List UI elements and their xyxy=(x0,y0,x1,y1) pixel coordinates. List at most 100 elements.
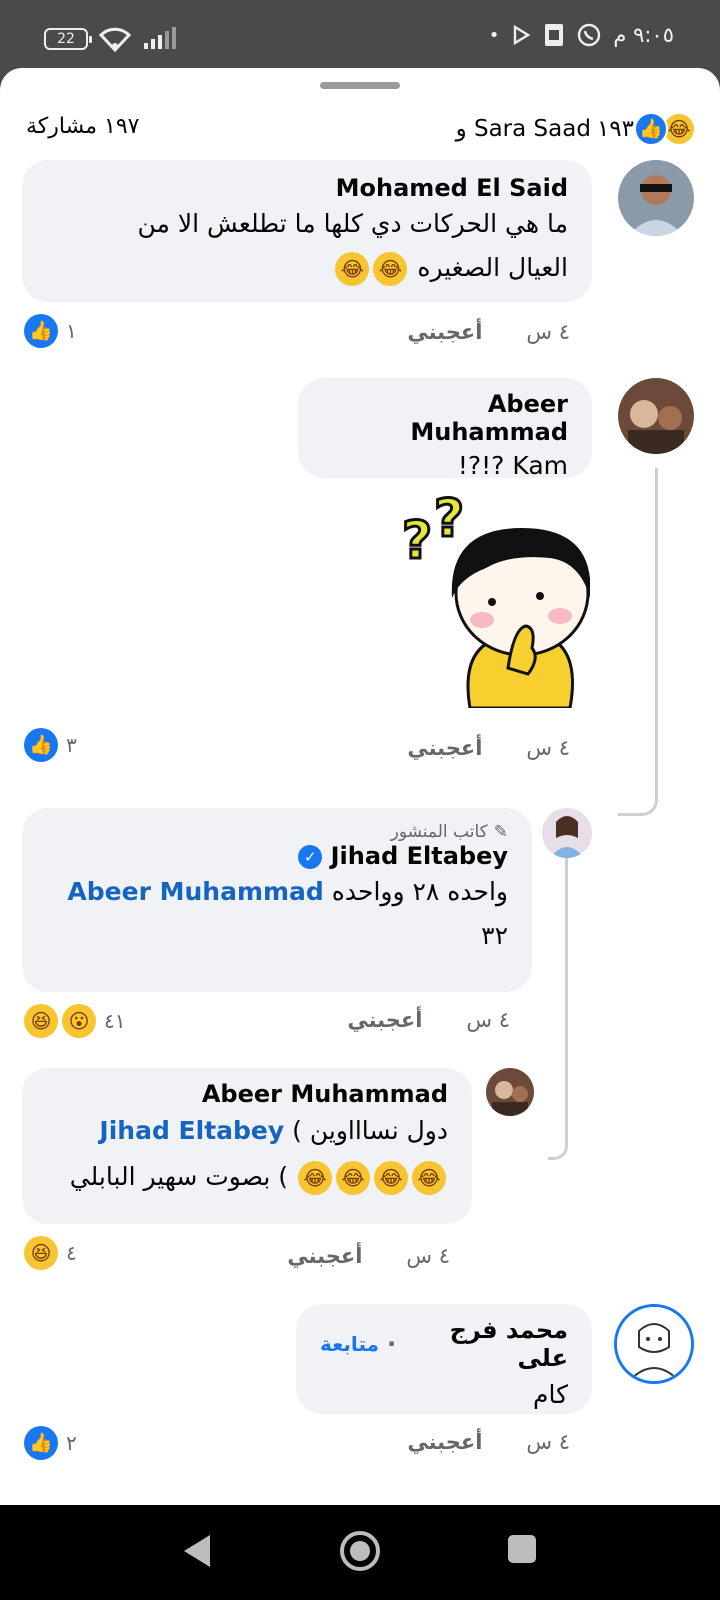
comment-author[interactable]: Abeer Muhammad xyxy=(46,1080,448,1108)
thread-line xyxy=(548,858,568,1160)
like-button[interactable]: أعجبني xyxy=(407,320,482,344)
reaction-count[interactable]: 😆 😮 ٤١ xyxy=(24,1004,125,1038)
laugh-emoji-icon: 😂 xyxy=(412,1161,446,1195)
avatar[interactable] xyxy=(614,1304,694,1384)
wow-icon: 😮 xyxy=(62,1004,96,1038)
follow-button[interactable]: متابعة xyxy=(320,1332,379,1356)
laugh-emoji-icon: 😂 xyxy=(373,252,408,286)
comment-text-line: واحده ٢٨ وواحده xyxy=(331,877,508,906)
sticker[interactable]: ? ? xyxy=(390,488,591,710)
reactions-header: 😂 👍 ١٩٣ Sara Saad و ١٩٧ مشاركة xyxy=(0,108,720,158)
like-icon: 👍 xyxy=(24,728,58,762)
verified-icon: ✓ xyxy=(298,845,323,869)
reactions-summary[interactable]: 😂 👍 ١٩٣ Sara Saad و xyxy=(456,112,696,146)
comment-actions: ٤ س أعجبني xyxy=(287,1244,450,1268)
mention-link[interactable]: Jihad Eltabey xyxy=(99,1116,284,1145)
author-badge: ✎ كاتب المنشور xyxy=(46,822,508,842)
comment-time: ٤ س xyxy=(406,1244,450,1268)
comment-text-line: العيال الصغيره xyxy=(417,253,568,282)
comment-actions: ٤ س أعجبني xyxy=(407,1430,570,1454)
comment-time: ٤ س xyxy=(526,320,570,344)
comment-text: كام xyxy=(533,1380,568,1409)
reaction-count-value: ٢ xyxy=(66,1431,77,1455)
reaction-count-value: ٣ xyxy=(66,733,77,757)
comment-text-line: دول نساااوين ) xyxy=(292,1116,448,1145)
avatar[interactable] xyxy=(618,378,694,454)
comment-text: Kam ?!?! xyxy=(457,451,568,480)
reactions-count: ١٩٣ xyxy=(596,116,634,142)
comment-author[interactable]: محمد فرج على · متابعة xyxy=(320,1316,568,1372)
comment-actions: ٤ س أعجبني xyxy=(407,320,570,344)
comment-text: دول نساااوين ) Jihad Eltabey 😂😂😂😂 ) بصوت… xyxy=(46,1108,448,1200)
separator-dot: · xyxy=(386,1330,397,1358)
haha-icon: 😆 xyxy=(24,1236,58,1270)
comment-author-name: محمد فرج على xyxy=(449,1316,568,1372)
like-button[interactable]: أعجبني xyxy=(407,736,482,760)
comment-time: ٤ س xyxy=(526,1430,570,1454)
comment-author[interactable]: Mohamed El Said xyxy=(46,174,568,202)
reaction-icons: 😆 😮 xyxy=(24,1004,96,1038)
mention-link[interactable]: Abeer Muhammad xyxy=(67,877,323,906)
svg-text:?: ? xyxy=(434,489,464,549)
drag-handle[interactable] xyxy=(320,82,400,89)
shares-count[interactable]: ١٩٧ مشاركة xyxy=(26,114,139,139)
comment-bubble[interactable]: Abeer Muhammad دول نساااوين ) Jihad Elta… xyxy=(22,1068,472,1224)
comment-actions: ٤ س أعجبني xyxy=(347,1008,510,1032)
comment-text: ما هي الحركات دي كلها ما تطلعش الا من ال… xyxy=(46,202,568,290)
comment-bubble[interactable]: Mohamed El Said ما هي الحركات دي كلها ما… xyxy=(22,160,592,302)
comment-time: ٤ س xyxy=(526,736,570,760)
avatar[interactable] xyxy=(542,808,592,858)
like-icon: 👍 xyxy=(24,314,58,348)
haha-icon: 😆 xyxy=(24,1004,58,1038)
reactions-prefix: Sara Saad و xyxy=(455,116,591,142)
svg-text:?: ? xyxy=(402,511,432,571)
like-button[interactable]: أعجبني xyxy=(287,1244,362,1268)
status-bar: 22 ٩:٠٥ م • xyxy=(0,0,720,70)
avatar[interactable] xyxy=(618,160,694,236)
reaction-count[interactable]: 👍 ٣ xyxy=(24,728,77,762)
comment-bubble[interactable]: ✎ كاتب المنشور Jihad Eltabey ✓ واحده ٢٨ … xyxy=(22,808,532,992)
reaction-count[interactable]: 😆 ٤ xyxy=(24,1236,77,1270)
reaction-count-value: ٤ xyxy=(66,1241,77,1265)
comments-sheet: 😂 👍 ١٩٣ Sara Saad و ١٩٧ مشاركة Mohamed E… xyxy=(0,68,720,1505)
battery-level: 22 xyxy=(57,31,75,47)
reaction-icons: 😂 👍 xyxy=(634,112,696,146)
like-icon: 👍 xyxy=(634,112,668,146)
pencil-icon: ✎ xyxy=(493,822,508,842)
reaction-count[interactable]: 👍 ١ xyxy=(24,314,77,348)
comment-text-line: ٣٢ xyxy=(481,921,508,950)
comment-time: ٤ س xyxy=(466,1008,510,1032)
laugh-emoji-icon: 😂 xyxy=(298,1161,332,1195)
laugh-emoji-icon: 😂 xyxy=(335,252,370,286)
comment-author-name: Jihad Eltabey xyxy=(330,842,508,870)
comment-actions: ٤ س أعجبني xyxy=(407,736,570,760)
comment-text-line: ما هي الحركات دي كلها ما تطلعش الا من xyxy=(137,209,568,238)
comment-author[interactable]: Abeer Muhammad xyxy=(322,390,568,446)
recents-icon xyxy=(508,1535,536,1563)
reaction-count[interactable]: 👍 ٢ xyxy=(24,1426,77,1460)
author-badge-label: كاتب المنشور xyxy=(390,822,488,842)
like-button[interactable]: أعجبني xyxy=(347,1008,422,1032)
battery-icon: 22 xyxy=(44,28,92,50)
comment-text-line: ) بصوت سهير البابلي xyxy=(69,1162,289,1191)
play-store-icon xyxy=(514,25,531,45)
reaction-count-value: ١ xyxy=(66,319,77,343)
notification-dot: • xyxy=(488,24,500,46)
comment-bubble[interactable]: محمد فرج على · متابعة كام xyxy=(296,1304,592,1414)
recents-button[interactable] xyxy=(506,1533,538,1569)
home-button[interactable] xyxy=(338,1529,382,1577)
wifi-icon xyxy=(98,27,132,52)
like-icon: 👍 xyxy=(24,1426,58,1460)
back-button[interactable] xyxy=(180,1533,214,1573)
comment-author[interactable]: Jihad Eltabey ✓ xyxy=(46,842,508,870)
comment-text: واحده ٢٨ وواحده Abeer Muhammad ٣٢ xyxy=(46,870,508,958)
like-button[interactable]: أعجبني xyxy=(407,1430,482,1454)
whatsapp-icon xyxy=(578,23,601,47)
comment-bubble[interactable]: Abeer Muhammad Kam ?!?! xyxy=(298,378,592,480)
back-icon xyxy=(184,1535,210,1567)
avatar[interactable] xyxy=(486,1068,534,1116)
reaction-count-value: ٤١ xyxy=(104,1009,126,1033)
laugh-emoji-icon: 😂 xyxy=(336,1161,370,1195)
thread-line xyxy=(618,468,658,816)
clock: ٩:٠٥ م xyxy=(613,23,674,47)
